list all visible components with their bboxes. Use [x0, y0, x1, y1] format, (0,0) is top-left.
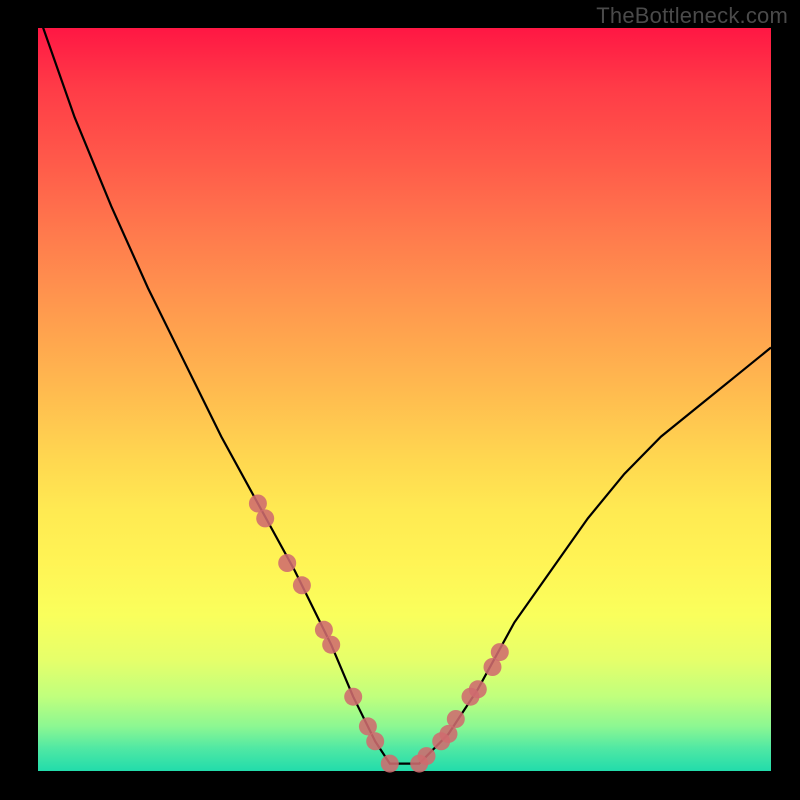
scatter-point: [469, 680, 487, 698]
scatter-point: [278, 554, 296, 572]
bottleneck-curve-path: [38, 13, 771, 764]
scatter-point: [381, 755, 399, 773]
scatter-point: [491, 643, 509, 661]
scatter-point: [293, 576, 311, 594]
scatter-point: [366, 732, 384, 750]
scatter-point: [256, 509, 274, 527]
scatter-point: [322, 636, 340, 654]
scatter-point: [447, 710, 465, 728]
curve-layer: [38, 28, 771, 771]
scatter-point: [418, 747, 436, 765]
watermark-label: TheBottleneck.com: [596, 3, 788, 29]
chart-frame: TheBottleneck.com: [0, 0, 800, 800]
scatter-point: [344, 688, 362, 706]
scatter-group: [249, 495, 509, 773]
plot-area: [38, 28, 771, 771]
